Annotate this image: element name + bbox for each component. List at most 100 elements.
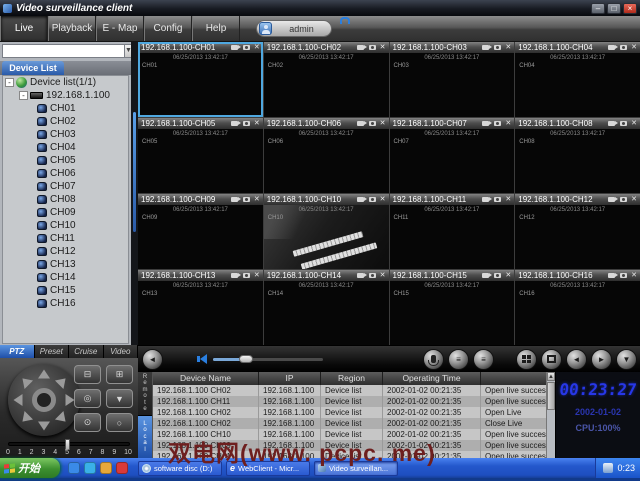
collapse-sidebar-button[interactable]: ◄ — [142, 349, 163, 370]
tree-channel-ch02[interactable]: CH02 — [3, 115, 128, 128]
video-cell-ch13[interactable]: 192.168.1.100-CH13✕06/25/2013 13:42:17CH… — [138, 270, 263, 345]
tab-preset[interactable]: Preset — [35, 345, 70, 358]
tree-device-item[interactable]: - 192.168.1.100 — [3, 89, 128, 102]
snapshot-icon[interactable] — [243, 197, 250, 202]
close-button[interactable]: × — [623, 3, 637, 14]
ptz-up-right-arrow[interactable] — [55, 374, 70, 389]
tree-channel-ch11[interactable]: CH11 — [3, 232, 128, 245]
tree-channel-ch13[interactable]: CH13 — [3, 258, 128, 271]
video-area[interactable]: 06/25/2013 13:42:17CH10 — [264, 205, 389, 269]
grid-view-button[interactable] — [516, 349, 537, 370]
video-area[interactable]: 06/25/2013 13:42:17CH07 — [390, 129, 515, 193]
menu-item-live[interactable]: Live — [0, 16, 48, 41]
focus-far-button[interactable]: ◎ — [74, 389, 101, 408]
tab-video[interactable]: Video — [104, 345, 139, 358]
search-input[interactable] — [2, 44, 125, 58]
video-cell-ch06[interactable]: 192.168.1.100-CH06✕06/25/2013 13:42:17CH… — [264, 118, 389, 193]
tree-channel-ch16[interactable]: CH16 — [3, 297, 128, 310]
video-area[interactable]: 06/25/2013 13:42:17CH09 — [138, 205, 263, 269]
mail-icon[interactable] — [100, 462, 112, 474]
ptz-down-arrow[interactable] — [38, 422, 50, 431]
tree-channel-ch10[interactable]: CH10 — [3, 219, 128, 232]
ptz-up-left-arrow[interactable] — [18, 374, 33, 389]
start-button[interactable]: 开始 — [0, 458, 60, 478]
ptz-speed-slider[interactable] — [8, 442, 130, 446]
col-header-device-name[interactable]: Device Name — [153, 372, 259, 385]
close-icon[interactable]: ✕ — [631, 272, 637, 279]
close-icon[interactable]: ✕ — [254, 272, 260, 279]
log-row[interactable]: 192.168.1.100 CH02192.168.1.100Device li… — [153, 418, 546, 429]
tree-channel-ch07[interactable]: CH07 — [3, 180, 128, 193]
ptz-down-right-arrow[interactable] — [55, 411, 70, 426]
video-area[interactable]: 06/25/2013 13:42:17CH14 — [264, 281, 389, 345]
menu-item-config[interactable]: Config — [144, 16, 192, 41]
col-header-ip[interactable]: IP — [259, 372, 321, 385]
ie-icon[interactable] — [68, 462, 80, 474]
zoom-in-button[interactable]: ⊞ — [106, 365, 133, 384]
snapshot-icon[interactable] — [243, 273, 250, 278]
video-cell-ch12[interactable]: 192.168.1.100-CH12✕06/25/2013 13:42:17CH… — [515, 194, 640, 269]
video-cell-ch09[interactable]: 192.168.1.100-CH09✕06/25/2013 13:42:17CH… — [138, 194, 263, 269]
tab-ptz[interactable]: PTZ — [0, 345, 35, 358]
task-button-3[interactable]: Video surveillan... — [314, 461, 398, 476]
video-cell-ch15[interactable]: 192.168.1.100-CH15✕06/25/2013 13:42:17CH… — [390, 270, 515, 345]
sidebar-splitter[interactable] — [131, 42, 138, 345]
scrollbar-thumb[interactable] — [547, 382, 555, 410]
tab-cruise[interactable]: Cruise — [69, 345, 104, 358]
previous-page-button[interactable]: ◄ — [566, 349, 587, 370]
record-icon[interactable] — [482, 45, 489, 50]
snapshot-icon[interactable] — [369, 197, 376, 202]
tree-channel-ch12[interactable]: CH12 — [3, 245, 128, 258]
snapshot-icon[interactable] — [243, 121, 250, 126]
list-button-2[interactable]: ≡ — [473, 349, 494, 370]
video-cell-ch04[interactable]: 192.168.1.100-CH04✕06/25/2013 13:42:17CH… — [515, 42, 640, 117]
list-button-1[interactable]: ≡ — [448, 349, 469, 370]
record-icon[interactable] — [357, 121, 364, 126]
minimize-button[interactable]: – — [591, 3, 605, 14]
video-cell-ch02[interactable]: 192.168.1.100-CH02✕06/25/2013 13:42:17CH… — [264, 42, 389, 117]
record-icon[interactable] — [608, 121, 615, 126]
close-icon[interactable]: ✕ — [505, 44, 511, 51]
maximize-button[interactable]: □ — [607, 3, 621, 14]
record-icon[interactable] — [231, 45, 238, 50]
video-cell-ch01[interactable]: 192.168.1.100-CH01✕06/25/2013 13:42:17CH… — [138, 42, 263, 117]
tree-channel-ch01[interactable]: CH01 — [3, 102, 128, 115]
record-icon[interactable] — [231, 197, 238, 202]
task-button-2[interactable]: eWebClient - Micr... — [226, 461, 310, 476]
close-icon[interactable]: ✕ — [631, 44, 637, 51]
menu-item-help[interactable]: Help — [192, 16, 240, 41]
talk-button[interactable] — [423, 349, 444, 370]
record-icon[interactable] — [608, 197, 615, 202]
video-area[interactable]: 06/25/2013 13:42:17CH11 — [390, 205, 515, 269]
log-row[interactable]: 192.168.1.100 CH10192.168.1.100Device li… — [153, 429, 546, 440]
close-icon[interactable]: ✕ — [505, 272, 511, 279]
snapshot-icon[interactable] — [620, 197, 627, 202]
close-icon[interactable]: ✕ — [505, 196, 511, 203]
snapshot-icon[interactable] — [494, 197, 501, 202]
single-view-button[interactable] — [541, 349, 562, 370]
snapshot-icon[interactable] — [494, 45, 501, 50]
tree-channel-ch04[interactable]: CH04 — [3, 141, 128, 154]
video-area[interactable]: 06/25/2013 13:42:17CH13 — [138, 281, 263, 345]
snapshot-icon[interactable] — [494, 273, 501, 278]
scroll-up-icon[interactable]: ▲ — [547, 372, 555, 381]
tree-root-item[interactable]: - Device list(1/1) — [3, 76, 128, 89]
tab-local-log[interactable]: Local — [138, 416, 152, 459]
next-page-button[interactable]: ► — [591, 349, 612, 370]
col-header-extra[interactable] — [481, 372, 546, 385]
col-header-operating-time[interactable]: Operating Time — [383, 372, 481, 385]
video-cell-ch05[interactable]: 192.168.1.100-CH05✕06/25/2013 13:42:17CH… — [138, 118, 263, 193]
task-button-1[interactable]: software disc (D:) — [138, 461, 222, 476]
media-player-icon[interactable] — [116, 462, 128, 474]
splitter-handle[interactable] — [133, 112, 136, 232]
snapshot-icon[interactable] — [369, 121, 376, 126]
log-row[interactable]: 192.168.1.100 CH02192.168.1.100Device li… — [153, 407, 546, 418]
record-icon[interactable] — [482, 197, 489, 202]
video-area[interactable]: 06/25/2013 13:42:17CH16 — [515, 281, 640, 345]
tree-channel-ch14[interactable]: CH14 — [3, 271, 128, 284]
fullscreen-button[interactable]: ▼ — [616, 349, 637, 370]
menu-item-emap[interactable]: E - Map — [96, 16, 144, 41]
snapshot-icon[interactable] — [369, 45, 376, 50]
video-area[interactable]: 06/25/2013 13:42:17CH06 — [264, 129, 389, 193]
tree-channel-ch15[interactable]: CH15 — [3, 284, 128, 297]
